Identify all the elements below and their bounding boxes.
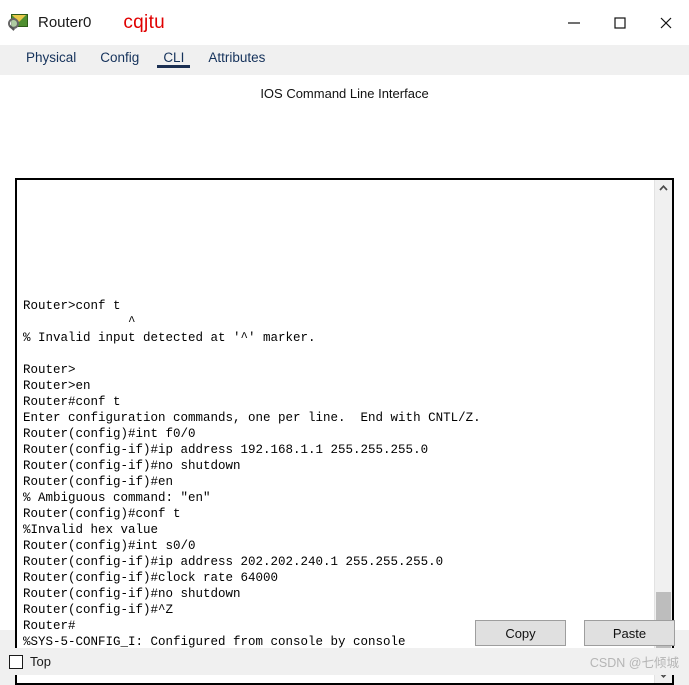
tab-bar: Physical Config CLI Attributes <box>0 45 689 75</box>
terminal-container: Router>conf t ^ % Invalid input detected… <box>15 178 674 685</box>
close-button[interactable] <box>643 0 689 45</box>
terminal-text: Router>conf t ^ % Invalid input detected… <box>23 299 481 649</box>
maximize-icon <box>614 16 626 29</box>
copy-button[interactable]: Copy <box>475 620 566 646</box>
top-checkbox-group[interactable]: Top <box>9 654 51 669</box>
window-titlebar: Router0 cqjtu <box>0 0 689 45</box>
window-controls <box>551 0 689 45</box>
csdn-watermark: CSDN @七倾城 <box>589 656 679 670</box>
tab-physical[interactable]: Physical <box>14 45 88 68</box>
minimize-button[interactable] <box>551 0 597 45</box>
scrollbar-track[interactable] <box>655 197 672 666</box>
brand-watermark-text: cqjtu <box>123 11 166 33</box>
paste-button[interactable]: Paste <box>584 620 675 646</box>
terminal-scrollbar[interactable] <box>654 180 672 683</box>
top-checkbox-label: Top <box>30 654 51 669</box>
close-icon <box>660 17 672 28</box>
top-checkbox[interactable] <box>9 654 23 669</box>
maximize-button[interactable] <box>597 0 643 45</box>
scroll-up-button[interactable] <box>655 180 672 197</box>
cli-panel: IOS Command Line Interface Router>conf t… <box>0 75 689 685</box>
tab-cli[interactable]: CLI <box>151 45 196 68</box>
action-button-row: Copy Paste <box>475 620 675 646</box>
tab-attributes[interactable]: Attributes <box>196 45 277 68</box>
minimize-icon <box>568 21 580 24</box>
panel-title: IOS Command Line Interface <box>260 86 429 101</box>
chevron-up-icon <box>659 184 668 191</box>
router-envelope-magnifier-icon <box>8 12 30 34</box>
tab-config[interactable]: Config <box>88 45 151 68</box>
window-title: Router0 <box>38 14 92 31</box>
terminal-output-area[interactable]: Router>conf t ^ % Invalid input detected… <box>17 180 654 683</box>
footer-bar: Top CSDN @七倾城 <box>0 648 689 675</box>
